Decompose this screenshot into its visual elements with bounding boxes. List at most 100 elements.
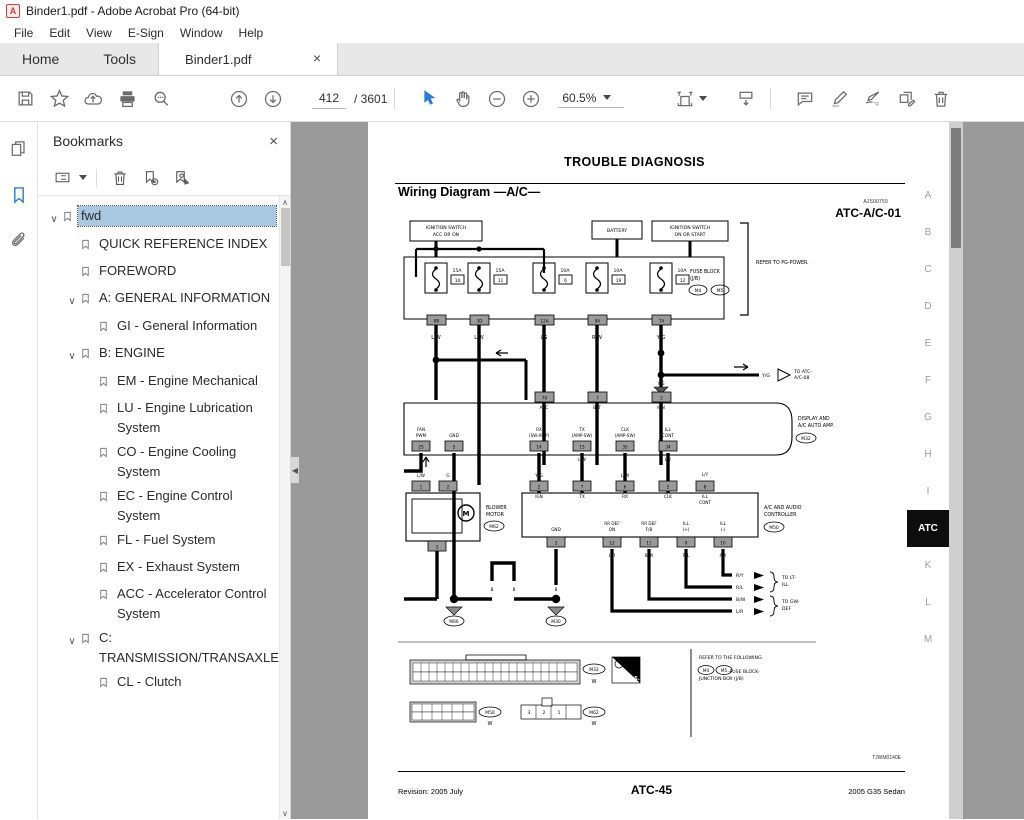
bookmark-item[interactable]: EX - Exhaust System <box>38 555 290 582</box>
acrobat-logo-icon: A <box>6 4 20 18</box>
zoom-out-icon[interactable] <box>480 82 514 116</box>
svg-text:2: 2 <box>538 485 541 490</box>
fit-page-chevron-down-icon[interactable] <box>699 96 708 101</box>
list-options-icon[interactable] <box>48 165 76 191</box>
svg-text:3D: 3D <box>477 319 483 324</box>
scroll-up-icon[interactable]: ∧ <box>280 196 290 208</box>
tab-home[interactable]: Home <box>0 43 82 75</box>
index-tab-a[interactable]: A <box>907 177 949 214</box>
navigation-rail <box>0 122 38 819</box>
svg-text:25: 25 <box>418 445 424 450</box>
svg-text:3: 3 <box>555 541 558 546</box>
bookmark-item[interactable]: CL - Clutch <box>38 670 290 697</box>
bookmark-item[interactable]: EC - Engine Control System <box>38 484 290 528</box>
index-tab-h[interactable]: H <box>907 436 949 473</box>
bookmark-item[interactable]: GI - General Information <box>38 314 290 341</box>
svg-text:ACC OR ON: ACC OR ON <box>433 232 459 238</box>
bookmark-item[interactable]: ∨ B: ENGINE <box>38 341 290 369</box>
menu-file[interactable]: File <box>6 24 41 42</box>
svg-text:BLOWER: BLOWER <box>486 505 507 511</box>
chevron-down-icon[interactable]: ∨ <box>64 343 80 367</box>
trash-icon[interactable] <box>106 165 134 191</box>
comment-icon[interactable] <box>788 82 822 116</box>
sign-icon[interactable] <box>856 82 890 116</box>
panel-collapse-handle[interactable]: ◀ <box>291 457 299 483</box>
index-tab-atc[interactable]: ATC <box>907 510 949 547</box>
previous-page-icon[interactable] <box>222 82 256 116</box>
svg-text:R/L: R/L <box>736 585 744 591</box>
index-tab-d[interactable]: D <box>907 288 949 325</box>
menu-window[interactable]: Window <box>172 24 231 42</box>
index-tab-b[interactable]: B <box>907 214 949 251</box>
index-tab-f[interactable]: F <box>907 362 949 399</box>
bookmark-icon[interactable] <box>4 180 34 210</box>
menu-esign[interactable]: E-Sign <box>120 24 172 42</box>
trash-icon[interactable] <box>924 82 958 116</box>
bookmarks-scrollbar[interactable]: ∧ ∨ <box>279 196 290 819</box>
bookmarks-scroll-thumb[interactable] <box>281 208 290 266</box>
bookmark-item-label: FL - Fuel System <box>117 532 216 547</box>
search-icon[interactable] <box>144 82 178 116</box>
hand-icon[interactable] <box>446 82 480 116</box>
cloud-upload-icon[interactable] <box>76 82 110 116</box>
bookmark-item[interactable]: ACC - Accelerator Control System <box>38 582 290 626</box>
bookmark-item-label: ACC - Accelerator Control System <box>117 586 267 621</box>
document-viewer[interactable]: ◀ TROUBLE DIAGNOSIS Wiring Diagram —A/C—… <box>291 122 1024 819</box>
svg-text:L/Y: L/Y <box>702 472 709 477</box>
bookmark-item[interactable]: LU - Engine Lubrication System <box>38 396 290 440</box>
bookmarks-tree[interactable]: ∨ fwd QUICK REFERENCE INDEX FOREWORD ∨ A: GEN… <box>38 196 290 819</box>
menu-edit[interactable]: Edit <box>41 24 78 42</box>
bookmark-item-label: B: ENGINE <box>99 345 165 360</box>
index-tab-i[interactable]: I <box>907 473 949 510</box>
menu-help[interactable]: Help <box>231 24 272 42</box>
index-tab-l[interactable]: L <box>907 584 949 621</box>
bookmark-item[interactable]: ∨ fwd <box>38 204 290 232</box>
print-icon[interactable] <box>110 82 144 116</box>
bookmark-item[interactable]: FOREWORD <box>38 259 290 286</box>
locate-bookmark-icon[interactable] <box>168 165 196 191</box>
chevron-down-icon[interactable]: ∨ <box>64 628 80 652</box>
index-tab-g[interactable]: G <box>907 399 949 436</box>
index-tab-c[interactable]: C <box>907 251 949 288</box>
index-tab-k[interactable]: K <box>907 547 949 584</box>
bookmark-item[interactable]: FL - Fuel System <box>38 528 290 555</box>
star-icon[interactable] <box>42 82 76 116</box>
bookmark-item[interactable]: QUICK REFERENCE INDEX <box>38 232 290 259</box>
page-thumbnails-icon[interactable] <box>4 134 34 164</box>
bookmark-icon <box>98 442 117 465</box>
bookmark-item[interactable]: ∨ A: GENERAL INFORMATION <box>38 286 290 314</box>
scroll-down-icon[interactable]: ∨ <box>280 807 290 819</box>
chevron-down-icon[interactable]: ∨ <box>64 288 80 312</box>
bookmark-item[interactable]: CO - Engine Cooling System <box>38 440 290 484</box>
svg-text:RR DEF: RR DEF <box>641 521 657 526</box>
chevron-down-icon[interactable]: ∨ <box>46 206 62 230</box>
zoom-in-icon[interactable] <box>514 82 548 116</box>
chevron-down-icon[interactable] <box>603 95 612 100</box>
paperclip-icon[interactable] <box>4 226 34 256</box>
document-scrollbar[interactable] <box>949 122 963 819</box>
highlight-pen-icon[interactable] <box>822 82 856 116</box>
stamp-edit-icon[interactable] <box>890 82 924 116</box>
close-icon[interactable]: × <box>269 133 278 150</box>
document-scroll-thumb[interactable] <box>951 128 961 248</box>
scroll-mode-icon[interactable] <box>729 82 763 116</box>
new-bookmark-icon[interactable] <box>137 165 165 191</box>
save-icon[interactable] <box>8 82 42 116</box>
zoom-level-selector[interactable]: 60.5% <box>558 90 625 108</box>
fit-page-icon[interactable] <box>668 82 702 116</box>
menu-view[interactable]: View <box>78 24 120 42</box>
next-page-icon[interactable] <box>256 82 290 116</box>
bookmarks-options-chevron-down-icon[interactable] <box>79 175 87 180</box>
bookmark-item[interactable]: EM - Engine Mechanical <box>38 369 290 396</box>
index-tab-m[interactable]: M <box>907 621 949 658</box>
select-tool-icon[interactable] <box>412 82 446 116</box>
svg-text:DISPLAY AND: DISPLAY AND <box>798 416 830 422</box>
tab-document[interactable]: Binder1.pdf × <box>158 43 339 75</box>
page-number-input[interactable] <box>312 88 346 109</box>
close-icon[interactable]: × <box>309 51 325 67</box>
bookmark-item[interactable]: ∨ C: TRANSMISSION/TRANSAXLE <box>38 626 290 670</box>
index-tab-e[interactable]: E <box>907 325 949 362</box>
tab-tools[interactable]: Tools <box>81 43 159 75</box>
pdf-page[interactable]: TROUBLE DIAGNOSIS Wiring Diagram —A/C— A… <box>368 122 963 819</box>
svg-text:R/Y: R/Y <box>736 573 744 579</box>
